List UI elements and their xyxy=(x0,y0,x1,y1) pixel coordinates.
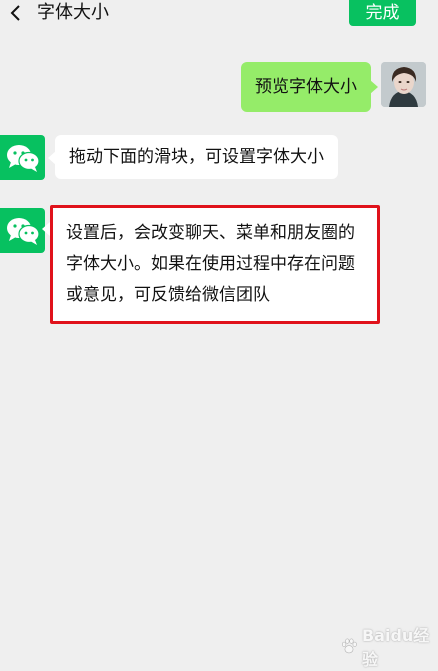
avatar[interactable] xyxy=(381,62,426,107)
done-button[interactable]: 完成 xyxy=(349,0,416,26)
wechat-avatar[interactable] xyxy=(0,135,45,180)
wechat-avatar[interactable] xyxy=(0,208,45,253)
preview-bubble: 预览字体大小 xyxy=(241,62,378,112)
chevron-left-icon xyxy=(10,5,20,21)
wechat-icon xyxy=(6,144,40,172)
info-text: 设置后，会改变聊天、菜单和朋友圈的字体大小。如果在使用过程中存在问题或意见，可反… xyxy=(66,223,355,305)
top-bar: 字体大小 完成 xyxy=(0,0,438,34)
info-message: 设置后，会改变聊天、菜单和朋友圈的字体大小。如果在使用过程中存在问题或意见，可反… xyxy=(0,205,380,324)
page-title: 字体大小 xyxy=(37,2,109,23)
user-photo-icon xyxy=(381,62,426,107)
hint-message: 拖动下面的滑块，可设置字体大小 xyxy=(0,135,338,180)
paw-icon xyxy=(341,638,357,654)
wechat-icon xyxy=(6,217,40,245)
back-button[interactable] xyxy=(4,0,28,26)
hint-text: 拖动下面的滑块，可设置字体大小 xyxy=(69,147,324,167)
watermark: Baidu经验 xyxy=(340,626,430,669)
preview-message: 预览字体大小 xyxy=(241,62,426,112)
info-bubble-highlighted: 设置后，会改变聊天、菜单和朋友圈的字体大小。如果在使用过程中存在问题或意见，可反… xyxy=(42,205,380,324)
hint-bubble: 拖动下面的滑块，可设置字体大小 xyxy=(48,135,338,179)
watermark-text: Baidu经验 xyxy=(361,626,430,669)
